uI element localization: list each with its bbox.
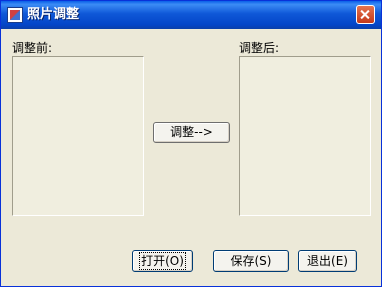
save-button[interactable]: 保存(S) bbox=[213, 250, 289, 272]
after-image-panel bbox=[239, 56, 371, 216]
app-icon bbox=[7, 7, 23, 23]
photo-adjust-window: 照片调整 调整前: 调整后: 调整--> 打开(O) 保存(S) 退出(E) bbox=[0, 0, 382, 287]
after-label: 调整后: bbox=[239, 41, 280, 55]
adjust-button[interactable]: 调整--> bbox=[153, 122, 230, 143]
exit-button[interactable]: 退出(E) bbox=[298, 250, 357, 272]
before-image-panel bbox=[12, 56, 144, 216]
save-button-label: 保存(S) bbox=[230, 253, 272, 268]
window-title: 照片调整 bbox=[27, 7, 80, 22]
title-bar[interactable]: 照片调整 bbox=[1, 1, 381, 29]
open-button-label: 打开(O) bbox=[139, 251, 186, 270]
adjust-button-label: 调整--> bbox=[170, 125, 213, 139]
exit-button-label: 退出(E) bbox=[307, 253, 348, 268]
open-button[interactable]: 打开(O) bbox=[132, 250, 193, 272]
before-label: 调整前: bbox=[12, 41, 53, 55]
close-icon[interactable] bbox=[356, 5, 375, 24]
